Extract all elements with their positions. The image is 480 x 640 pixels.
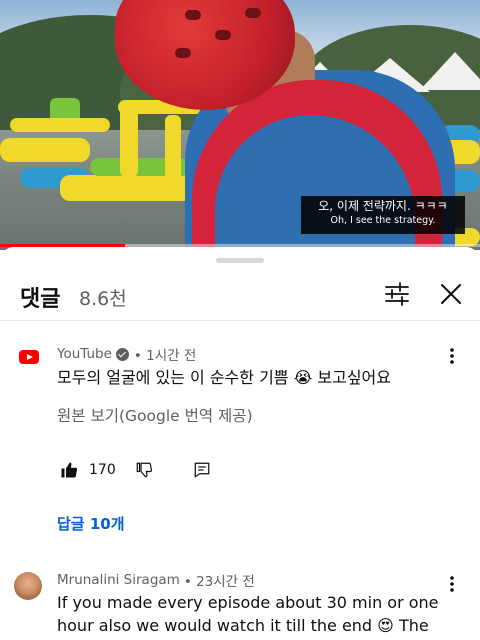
verified-badge-icon: [115, 347, 129, 361]
header-divider: [0, 320, 480, 321]
comments-sheet: 댓글 8.6천 YouTube • 1시간 전 모두의 얼굴에 있는 이 순수한…: [0, 247, 480, 640]
dislike-button[interactable]: [132, 458, 156, 482]
caption-english: Oh, I see the strategy.: [330, 215, 436, 226]
youtube-avatar-icon[interactable]: [19, 350, 39, 364]
thumbs-down-icon: [136, 462, 152, 478]
comment-time: • 23시간 전: [183, 574, 255, 590]
comment-text: If you made every episode about 30 min o…: [57, 591, 439, 637]
like-count: 170: [89, 462, 116, 478]
comment-text-line: hour also we would watch it till the end…: [57, 616, 429, 635]
video-player[interactable]: 오, 이제 전략까지. ㅋㅋㅋ Oh, I see the strategy.: [0, 0, 480, 250]
see-original-link[interactable]: 원본 보기(Google 번역 제공): [57, 404, 253, 426]
sliders-icon: [385, 282, 409, 306]
comment-meta: YouTube • 1시간 전: [57, 344, 196, 364]
reply-button[interactable]: [190, 458, 214, 482]
more-vert-icon: [450, 348, 454, 364]
comment-text: 모두의 얼굴에 있는 이 순수한 기쁨 😭 보고싶어요: [57, 368, 391, 387]
comment-author[interactable]: Mrunalini Siragam: [57, 572, 180, 588]
close-icon: [441, 284, 461, 304]
comment-actions: 170: [57, 458, 214, 482]
sort-filter-button[interactable]: [380, 277, 414, 311]
comment-item: Mrunalini Siragam • 23시간 전 If you made e…: [0, 570, 480, 640]
like-button[interactable]: [57, 458, 81, 482]
more-vert-icon: [450, 576, 454, 592]
comment-meta: Mrunalini Siragam • 23시간 전: [57, 570, 255, 590]
caption-korean: 오, 이제 전략까지. ㅋㅋㅋ: [318, 199, 448, 213]
comment-time: • 1시간 전: [133, 348, 197, 364]
comment-author[interactable]: YouTube: [57, 346, 112, 362]
comments-header: 댓글 8.6천: [0, 269, 480, 319]
view-replies-link[interactable]: 답글 10개: [57, 513, 125, 534]
thumbs-up-icon: [61, 462, 78, 478]
comment-more-button[interactable]: [440, 572, 464, 596]
comment-item: YouTube • 1시간 전 모두의 얼굴에 있는 이 순수한 기쁨 😭 보고…: [0, 344, 480, 544]
drag-handle[interactable]: [216, 258, 264, 263]
close-button[interactable]: [434, 277, 468, 311]
comment-icon: [194, 462, 210, 478]
comment-text-line: If you made every episode about 30 min o…: [57, 593, 439, 612]
comment-more-button[interactable]: [440, 344, 464, 368]
comments-title: 댓글: [20, 287, 61, 312]
video-caption: 오, 이제 전략까지. ㅋㅋㅋ Oh, I see the strategy.: [301, 196, 465, 234]
comments-count: 8.6천: [79, 288, 127, 310]
user-avatar[interactable]: [14, 572, 42, 600]
